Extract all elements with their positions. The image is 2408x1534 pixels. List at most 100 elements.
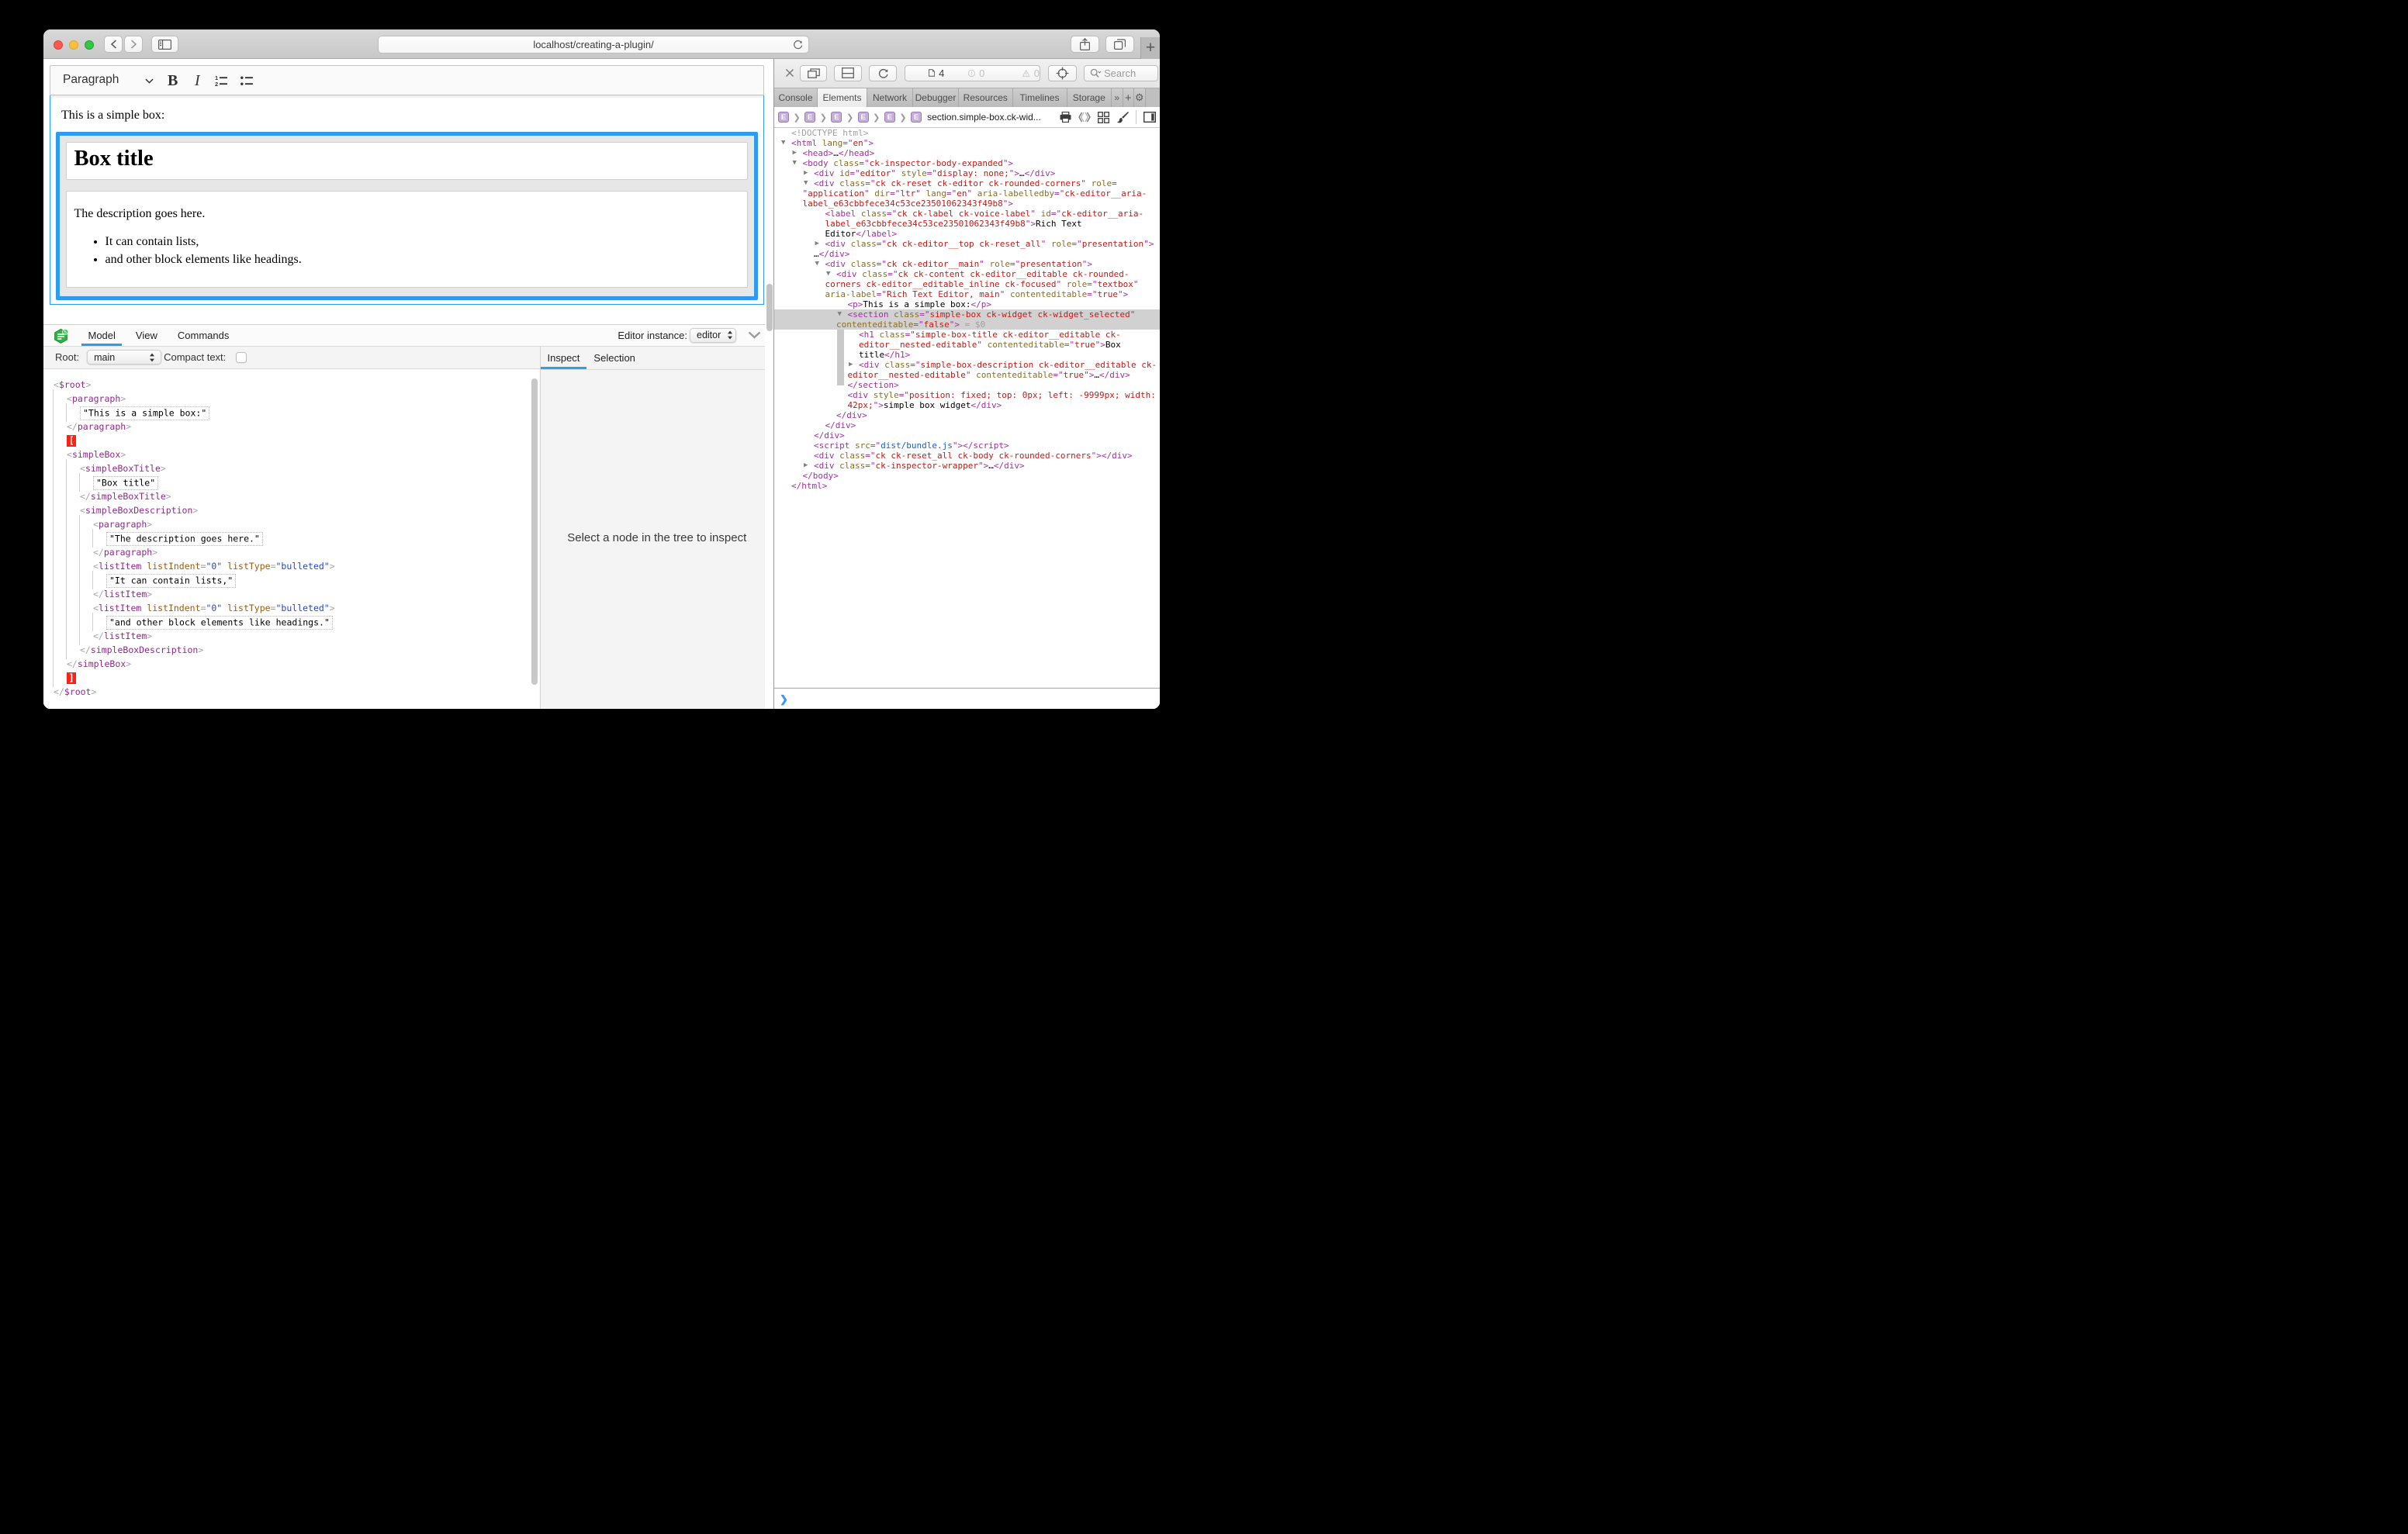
chevron-down-icon[interactable] [145,78,154,84]
disclosure-closed-icon[interactable]: ▶ [815,239,819,249]
element-badge[interactable]: E [858,112,869,123]
heading-dropdown[interactable]: Paragraph [63,73,119,87]
dom-tree-line[interactable]: ▼<section class="simple-box ck-widget ck… [774,309,1160,320]
dom-tree-line[interactable]: ▼<div class="ck ck-content ck-editor__ed… [774,269,1160,279]
dom-tree-line[interactable]: ▶<div class="ck ck-editor__top ck-reset_… [774,239,1160,249]
model-tree-row[interactable]: "It can contain lists," [43,573,539,587]
tab-model[interactable]: Model [81,325,122,346]
italic-button[interactable]: I [195,66,200,96]
model-tree-row[interactable]: <listItem listIndent="0" listType="bulle… [43,601,539,615]
dom-tree-line[interactable]: <script src="dist/bundle.js"></script> [774,441,1160,451]
devtools-tab-timelines[interactable]: Timelines [1013,88,1067,107]
dom-tree-line[interactable]: title</h1> [774,350,1160,360]
model-tree-row[interactable]: <$root> [43,378,539,392]
add-tab-icon[interactable]: + [1123,88,1135,107]
element-badge[interactable]: E [884,112,895,123]
dom-tree-line[interactable]: </div> [774,410,1160,420]
disclosure-open-icon[interactable]: ▼ [781,138,785,148]
simple-box-description[interactable]: The description goes here. It can contai… [66,191,748,288]
dom-tree-line[interactable]: "application" dir="ltr" lang="en" aria-l… [774,188,1160,199]
model-tree-row[interactable]: </simpleBox> [43,657,539,671]
dock-bottom-button[interactable] [834,65,862,82]
disclosure-closed-icon[interactable]: ▶ [804,168,808,178]
dom-tree-line[interactable]: </div> [774,430,1160,441]
disclosure-open-icon[interactable]: ▼ [804,178,808,188]
scrollbar-thumb[interactable] [766,284,773,331]
zoom-window-button[interactable] [85,40,94,50]
reload-icon[interactable] [792,39,804,50]
breadcrumb-selected[interactable]: section.simple-box.ck-wid... [927,112,1041,123]
dom-tree-line[interactable]: contenteditable="false"> = $0 [774,320,1160,330]
element-badge[interactable]: E [911,112,922,123]
model-tree-row[interactable]: </$root> [43,685,539,699]
reload-page-button[interactable] [869,65,897,82]
simple-box-widget[interactable]: Box title The description goes here. It … [56,132,758,300]
minimize-window-button[interactable] [69,40,78,50]
element-badge[interactable]: E [778,112,789,123]
collapse-inspector-icon[interactable] [748,331,761,339]
model-tree-row[interactable]: "This is a simple box:" [43,406,539,420]
forward-button[interactable] [124,36,143,53]
model-tree-row[interactable]: <paragraph> [43,392,539,406]
root-select[interactable]: main [87,350,161,364]
devtools-tab-resources[interactable]: Resources [959,88,1013,107]
grid-layout-icon[interactable] [1098,112,1109,123]
new-tab-button[interactable]: + [1140,37,1160,59]
tab-selection[interactable]: Selection [586,347,642,369]
dom-tree-line[interactable]: <!DOCTYPE html> [774,128,1160,138]
editor-paragraph[interactable]: This is a simple box: [61,109,752,123]
disclosure-open-icon[interactable]: ▼ [793,158,797,168]
list-item[interactable]: It can contain lists, [106,235,740,249]
editor-instance-select[interactable]: editor [690,328,736,343]
bulleted-list-button[interactable] [240,66,254,96]
model-tree-row[interactable]: <simpleBoxTitle> [43,461,539,475]
element-badge[interactable]: E [831,112,842,123]
dom-tree-line[interactable]: editor__nested-editable" contenteditable… [774,370,1160,380]
search-input[interactable]: Search [1084,65,1158,82]
dom-tree-line[interactable]: ▼<body class="ck-inspector-body-expanded… [774,158,1160,168]
print-icon[interactable] [1060,112,1071,123]
bold-button[interactable]: B [168,66,178,96]
dom-tree-line[interactable]: ▼<html lang="en"> [774,138,1160,148]
dom-tree-line[interactable]: <label class="ck ck-label ck-voice-label… [774,209,1160,219]
settings-gear-icon[interactable]: ⚙ [1134,88,1146,107]
dom-tree-line[interactable]: ▼<div class="ck ck-reset ck-editor ck-ro… [774,178,1160,188]
dom-tree-line[interactable]: Editor</label> [774,229,1160,239]
code-brackets-icon[interactable] [1078,112,1091,123]
scrollbar-thumb[interactable] [531,378,538,685]
simple-box-title[interactable]: Box title [66,142,748,180]
tab-commands[interactable]: Commands [171,325,235,346]
disclosure-closed-icon[interactable]: ▶ [793,148,797,158]
model-tree-row[interactable]: [ [43,434,539,447]
dom-tree-line[interactable]: …</div> [774,249,1160,259]
dom-tree-line[interactable]: editor__nested-editable" contenteditable… [774,340,1160,350]
close-window-button[interactable] [54,40,63,50]
model-tree-row[interactable]: <paragraph> [43,517,539,531]
dom-tree-line[interactable]: <div style="position: fixed; top: 0px; l… [774,390,1160,400]
numbered-list-button[interactable]: 12 [215,66,228,96]
list-item[interactable]: and other block elements like headings. [106,253,740,267]
model-tree-row[interactable]: </paragraph> [43,545,539,559]
dom-tree-line[interactable]: label_e63cbbfece34c53ce23501062343f49b8"… [774,199,1160,209]
paintbrush-icon[interactable] [1116,111,1129,123]
url-bar[interactable]: localhost/creating-a-plugin/ [378,36,809,54]
disclosure-open-icon[interactable]: ▼ [826,269,830,279]
model-tree-scrollbar[interactable] [531,378,538,702]
details-sidebar-icon[interactable] [1143,112,1156,123]
model-tree-row[interactable]: </simpleBoxDescription> [43,643,539,657]
back-button[interactable] [104,36,123,53]
devtools-tab-debugger[interactable]: Debugger [913,88,959,107]
devtools-tab-network[interactable]: Network [867,88,913,107]
compact-text-checkbox[interactable] [236,352,247,363]
model-tree-row[interactable]: "The description goes here." [43,531,539,545]
dom-tree-line[interactable]: 42px;">simple box widget</div> [774,400,1160,410]
box-description-paragraph[interactable]: The description goes here. [74,207,740,221]
dom-tree-line[interactable]: <h1 class="simple-box-title ck-editor__e… [774,330,1160,340]
disclosure-closed-icon[interactable]: ▶ [804,461,808,471]
model-tree-row[interactable]: </paragraph> [43,420,539,434]
model-tree-row[interactable]: </listItem> [43,629,539,643]
model-tree-row[interactable]: <simpleBoxDescription> [43,503,539,517]
more-tabs-icon[interactable]: » [1112,88,1123,107]
devtools-tab-console[interactable]: Console [774,88,818,107]
dom-tree-line[interactable]: <p>This is a simple box:</p> [774,299,1160,309]
